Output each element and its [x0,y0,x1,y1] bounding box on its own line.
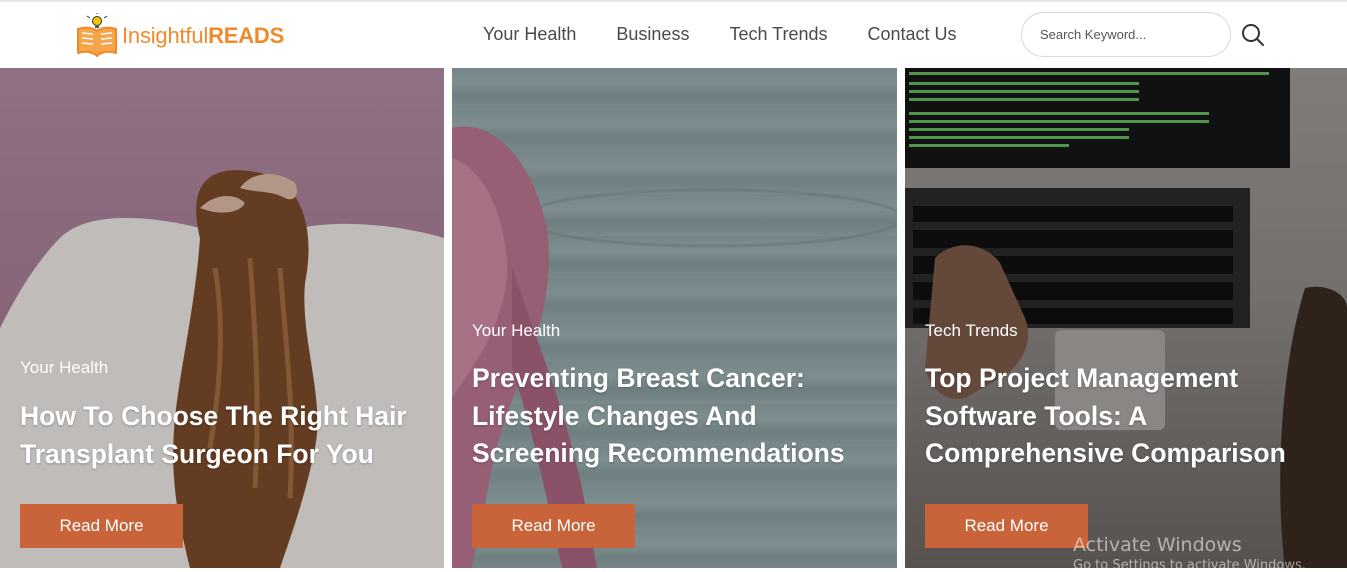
brand-name: InsightfulREADS [122,23,284,49]
nav-contact-us[interactable]: Contact Us [848,22,977,46]
search-input[interactable] [1040,13,1220,56]
site-logo[interactable]: InsightfulREADS [74,12,284,60]
card-overlay [452,68,897,568]
open-book-lightbulb-icon [74,13,120,59]
card-overlay [905,68,1347,568]
activate-windows-watermark: Activate Windows Go to Settings to activ… [1073,534,1306,572]
read-more-button[interactable]: Read More [925,504,1088,548]
nav-tech-trends[interactable]: Tech Trends [709,22,847,46]
post-title[interactable]: Top Project Management Software Tools: A… [925,360,1345,473]
post-category[interactable]: Your Health [472,321,560,341]
brand-name-bold: READS [208,23,285,48]
post-card: Tech Trends Top Project Management Softw… [905,68,1347,568]
read-more-button[interactable]: Read More [20,504,183,548]
search-box [1021,12,1231,57]
card-overlay [0,68,444,568]
nav-your-health[interactable]: Your Health [463,22,596,46]
post-card: Your Health Preventing Breast Cancer: Li… [452,68,897,568]
main-nav: Your Health Business Tech Trends Contact… [463,22,977,46]
search-icon[interactable] [1240,22,1266,48]
post-title[interactable]: How To Choose The Right Hair Transplant … [20,398,430,473]
post-category[interactable]: Your Health [20,358,108,378]
post-card: Your Health How To Choose The Right Hair… [0,68,444,568]
nav-business[interactable]: Business [596,22,709,46]
post-title[interactable]: Preventing Breast Cancer: Lifestyle Chan… [472,360,892,473]
read-more-button[interactable]: Read More [472,504,635,548]
watermark-subtitle: Go to Settings to activate Windows. [1073,558,1306,572]
featured-posts: Your Health How To Choose The Right Hair… [0,68,1347,568]
site-header: InsightfulREADS Your Health Business Tec… [0,2,1347,68]
watermark-title: Activate Windows [1073,534,1242,556]
post-category[interactable]: Tech Trends [925,321,1018,341]
brand-name-light: Insightful [122,23,209,48]
